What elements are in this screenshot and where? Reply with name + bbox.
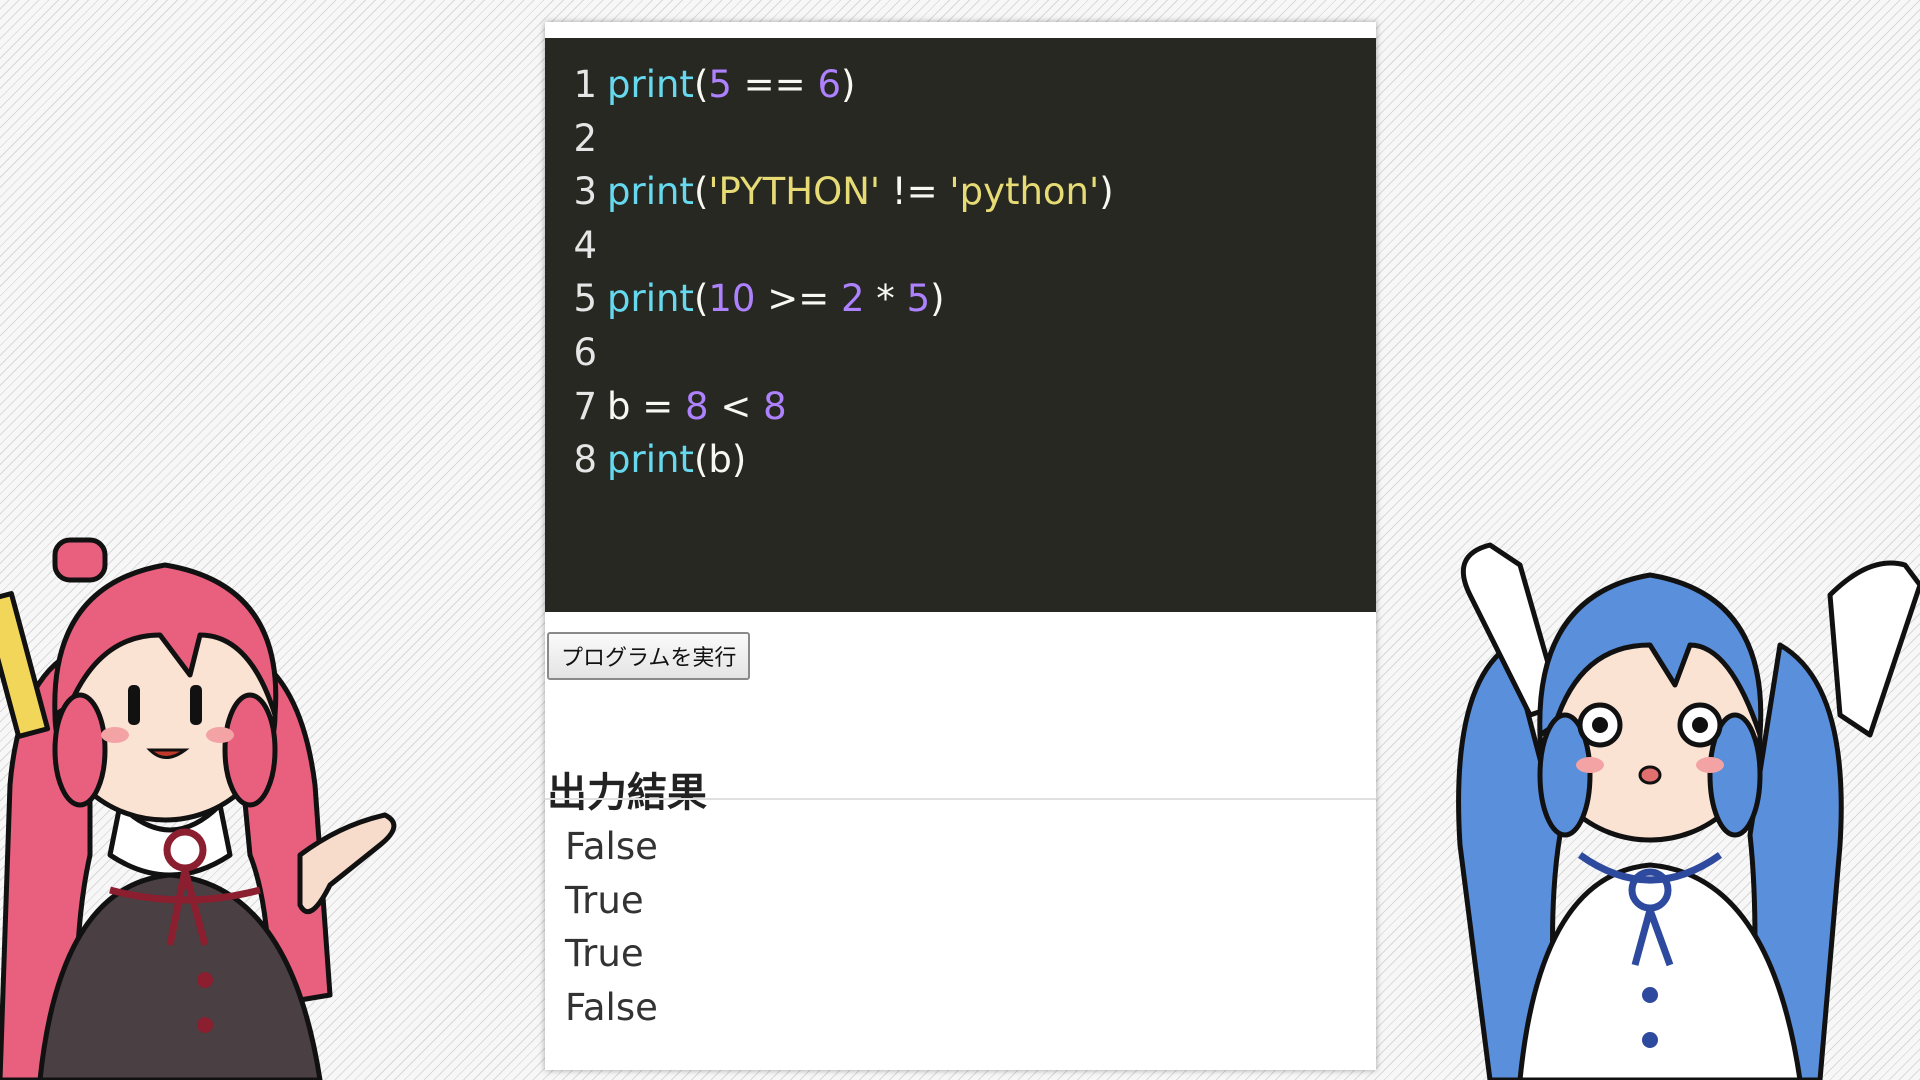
code-line[interactable]: 7b = 8 < 8 bbox=[545, 380, 1376, 434]
code-line[interactable]: 5 print(10 >= 2 * 5) bbox=[545, 272, 1376, 326]
code-line[interactable]: 2 bbox=[545, 112, 1376, 166]
code-token: ) bbox=[841, 63, 856, 106]
code-token: ( bbox=[693, 170, 709, 214]
code-text: print('PYTHON' != 'python') bbox=[607, 165, 1114, 219]
code-token: ( bbox=[693, 63, 709, 106]
code-text: print(10 >= 2 * 5) bbox=[607, 272, 945, 326]
code-token: 'python' bbox=[949, 170, 1100, 214]
code-token: 10 bbox=[708, 277, 756, 321]
code-token: 6 bbox=[817, 63, 841, 106]
line-number: 8 bbox=[573, 438, 597, 482]
code-token: 8 bbox=[685, 384, 709, 428]
code-editor[interactable]: 1 print(5 == 6) 2 3 print('PYTHON' != 'pytho… bbox=[545, 38, 1376, 612]
line-number: 4 bbox=[573, 223, 597, 267]
code-token: == bbox=[731, 63, 818, 106]
code-line[interactable]: 1 print(5 == 6) bbox=[545, 58, 1376, 112]
code-token: 5 bbox=[708, 63, 732, 106]
code-line[interactable]: 8 print(b) bbox=[545, 433, 1376, 487]
output-line: False bbox=[565, 825, 658, 868]
code-token: < bbox=[708, 384, 764, 428]
code-token: >= bbox=[755, 277, 841, 321]
code-line[interactable]: 4 bbox=[545, 219, 1376, 273]
line-number: 7 bbox=[573, 384, 597, 428]
code-token: (b) bbox=[693, 438, 747, 482]
code-text: print(5 == 6) bbox=[607, 58, 855, 112]
output-line: True bbox=[565, 878, 644, 922]
blue-hair-character-illustration bbox=[1456, 542, 1920, 1080]
code-token: print bbox=[607, 277, 694, 321]
run-program-button[interactable]: プログラムを実行 bbox=[547, 632, 751, 680]
line-number: 3 bbox=[573, 170, 597, 214]
code-token: != bbox=[880, 170, 950, 214]
line-number: 1 bbox=[573, 63, 597, 106]
code-token: print bbox=[607, 170, 694, 214]
code-token: 2 bbox=[841, 277, 865, 321]
code-token: print bbox=[607, 438, 694, 482]
code-token: ( bbox=[693, 277, 709, 321]
code-token: * bbox=[864, 277, 907, 321]
code-token: 5 bbox=[906, 277, 931, 321]
line-number: 5 bbox=[573, 277, 597, 321]
code-token: ) bbox=[1099, 170, 1114, 214]
line-number: 2 bbox=[573, 116, 597, 160]
code-token: b = bbox=[607, 384, 686, 428]
code-token: 8 bbox=[763, 384, 787, 428]
code-token: print bbox=[607, 63, 694, 106]
code-token: ) bbox=[930, 277, 945, 321]
code-runner-panel: 1 print(5 == 6) 2 3 print('PYTHON' != 'pytho… bbox=[545, 22, 1376, 1070]
output-area: False True True False bbox=[545, 798, 1376, 1070]
pink-hair-character-illustration bbox=[0, 537, 397, 1080]
code-line[interactable]: 6 bbox=[545, 326, 1376, 380]
output-line: True bbox=[565, 932, 644, 976]
output-line: False bbox=[565, 985, 658, 1029]
code-text: print(b) bbox=[607, 433, 746, 487]
code-text: b = 8 < 8 bbox=[607, 380, 787, 434]
code-token: 'PYTHON' bbox=[708, 170, 881, 214]
code-line[interactable]: 3 print('PYTHON' != 'python') bbox=[545, 165, 1376, 219]
line-number: 6 bbox=[573, 330, 597, 374]
